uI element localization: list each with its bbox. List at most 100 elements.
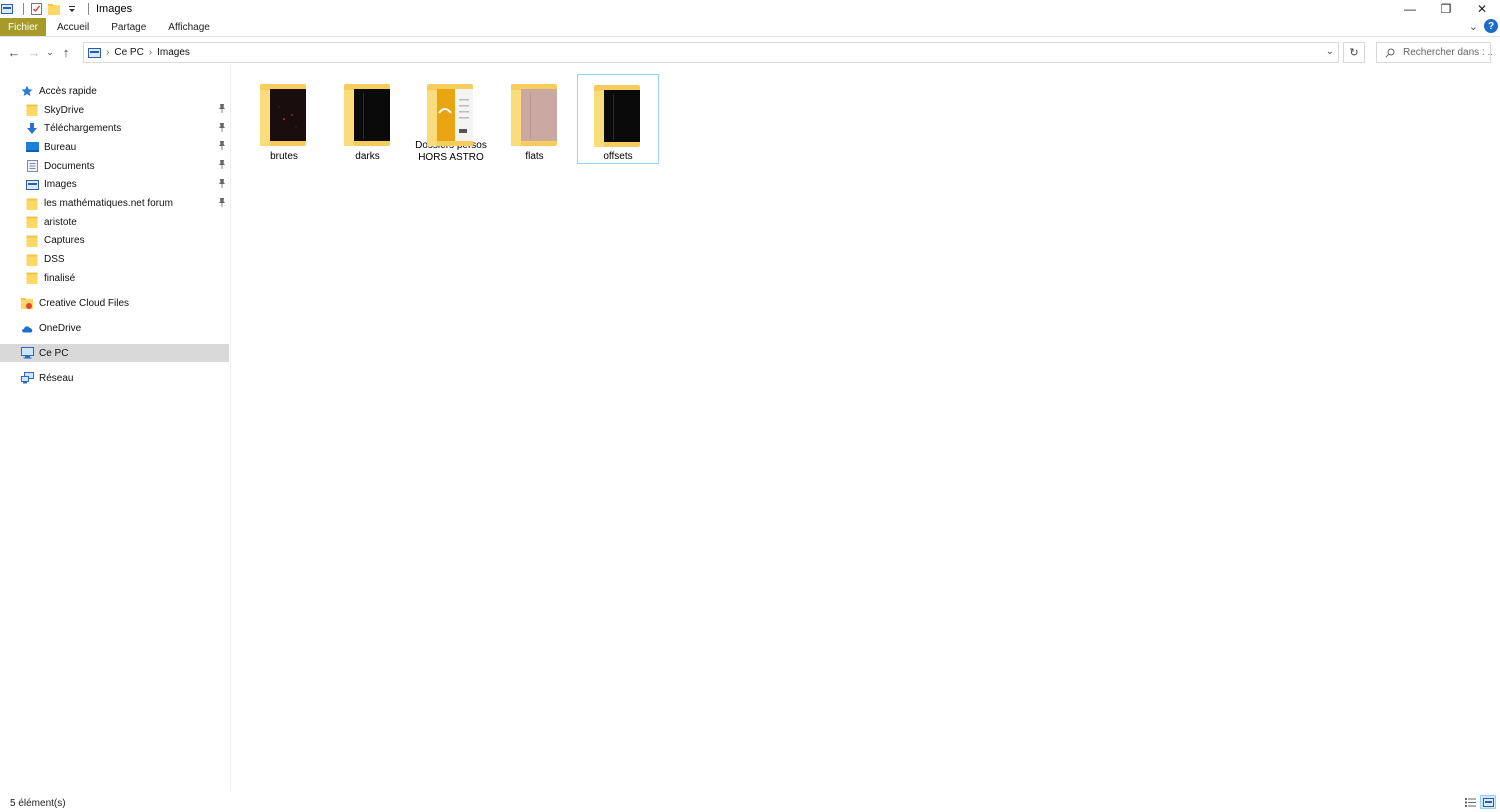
sidebar-item-label: Images (44, 179, 77, 191)
search-input[interactable] (1403, 47, 1493, 58)
help-icon[interactable]: ? (1484, 19, 1498, 33)
quick-access-toolbar: Images (0, 0, 132, 18)
details-view-button[interactable] (1462, 795, 1478, 809)
documents-icon (25, 160, 39, 173)
sidebar-item-les-math-matiques-net-forum[interactable]: les mathématiques.net forum (0, 195, 229, 213)
address-bar[interactable]: › Ce PC › Images ⌄ (83, 42, 1339, 63)
sidebar-item-documents[interactable]: Documents (0, 157, 229, 175)
folder-name: darks (355, 151, 380, 162)
sidebar-item-label: SkyDrive (44, 104, 85, 116)
sidebar-item-aristote[interactable]: aristote (0, 213, 229, 231)
nav-network[interactable]: Réseau (0, 369, 229, 387)
onedrive-icon (20, 322, 34, 334)
status-bar: 5 élément(s) (0, 795, 1500, 812)
back-button[interactable]: ← (4, 41, 24, 63)
computer-icon (20, 347, 34, 359)
nav-onedrive[interactable]: OneDrive (0, 319, 229, 337)
folder-icon (342, 82, 394, 150)
sidebar-item-skydrive[interactable]: SkyDrive (0, 101, 229, 119)
sidebar-item-images[interactable]: Images (0, 176, 229, 194)
breadcrumb-ce-pc[interactable]: Ce PC (114, 47, 143, 58)
up-button[interactable]: ↑ (56, 41, 76, 63)
nav-this-pc[interactable]: Ce PC (0, 344, 229, 362)
tab-accueil[interactable]: Accueil (46, 18, 100, 36)
search-icon (1385, 48, 1395, 58)
nav-quick-access[interactable]: Accès rapide (0, 82, 229, 100)
desktop-icon (25, 141, 39, 153)
sidebar-item-captures[interactable]: Captures (0, 232, 229, 250)
qat-separator (88, 3, 89, 15)
folder-item[interactable]: offsets (577, 74, 659, 164)
sidebar-item-dss[interactable]: DSS (0, 251, 229, 269)
folder-item[interactable]: flats (494, 74, 576, 164)
tab-affichage[interactable]: Affichage (157, 18, 221, 36)
view-switcher (1462, 795, 1496, 809)
explorer-icon[interactable] (0, 3, 14, 15)
folder-icon (592, 83, 644, 150)
tab-fichier[interactable]: Fichier (0, 18, 47, 36)
folder-name: brutes (270, 151, 298, 162)
folder-icon (25, 254, 39, 266)
item-count: 5 élément(s) (10, 798, 66, 809)
pin-icon[interactable] (218, 160, 226, 171)
properties-icon[interactable] (29, 3, 43, 15)
network-icon (20, 372, 34, 384)
ribbon-right: ⌄ ? (1469, 19, 1498, 33)
nav-this-pc-label: Ce PC (39, 347, 69, 359)
sidebar-item-t-l-chargements[interactable]: Téléchargements (0, 120, 229, 138)
forward-button[interactable]: → (24, 41, 44, 63)
nav-onedrive-label: OneDrive (39, 322, 82, 334)
tab-partage[interactable]: Partage (100, 18, 157, 36)
breadcrumb-separator: › (106, 47, 110, 58)
folder-item[interactable]: darks (327, 74, 409, 164)
pictures-icon (88, 47, 101, 58)
sidebar-item-label: Documents (44, 160, 95, 172)
star-icon (20, 85, 34, 97)
new-folder-icon[interactable] (47, 3, 61, 15)
sidebar-item-label: Bureau (44, 141, 77, 153)
folder-item[interactable]: Dossiers persos HORS ASTRO (410, 74, 492, 164)
recent-locations-button[interactable]: ⌄ (44, 41, 56, 63)
pin-icon[interactable] (218, 178, 226, 190)
folder-name: offsets (603, 151, 633, 162)
sidebar-item-label: les mathématiques.net forum (44, 198, 173, 209)
expand-ribbon-icon[interactable]: ⌄ (1469, 20, 1478, 33)
refresh-button[interactable]: ↻ (1343, 42, 1365, 63)
sidebar-item-label: aristote (44, 216, 77, 228)
search-box[interactable] (1376, 42, 1493, 63)
sidebar-item-label: finalisé (44, 272, 76, 284)
folder-icon (25, 198, 39, 210)
pin-icon[interactable] (218, 104, 226, 115)
pin-icon[interactable] (218, 141, 226, 152)
sidebar-item-finalis-[interactable]: finalisé (0, 269, 229, 287)
file-list: brutes darks Dossiers persos HORS ASTRO fla… (231, 64, 1500, 790)
folder-icon (425, 82, 477, 146)
creative-cloud-icon (20, 297, 34, 309)
pin-icon[interactable] (218, 197, 226, 209)
folder-icon (25, 216, 39, 229)
qat-separator (23, 3, 24, 15)
sidebar-item-label: Téléchargements (44, 123, 122, 135)
customize-qat-icon[interactable] (65, 3, 79, 15)
breadcrumb-images[interactable]: Images (157, 47, 190, 58)
sidebar-item-label: Captures (44, 235, 85, 247)
nav-quick-access-label: Accès rapide (39, 85, 97, 97)
nav-network-label: Réseau (39, 372, 74, 384)
large-icons-view-button[interactable] (1480, 795, 1496, 809)
nav-creative-cloud[interactable]: Creative Cloud Files (0, 294, 229, 312)
window-controls: — ❐ ✕ (1392, 0, 1500, 18)
address-dropdown-icon[interactable]: ⌄ (1326, 46, 1334, 57)
pin-icon[interactable] (218, 122, 226, 134)
sidebar-item-bureau[interactable]: Bureau (0, 138, 229, 156)
pictures-icon (25, 179, 39, 191)
breadcrumb-separator: › (148, 47, 153, 58)
nav-creative-cloud-label: Creative Cloud Files (39, 297, 130, 309)
download-icon (25, 122, 39, 135)
folder-icon (509, 82, 561, 150)
close-button[interactable]: ✕ (1464, 0, 1500, 18)
navigation-bar: ← → ⌄ ↑ › Ce PC › Images ⌄ ↻ (0, 40, 1500, 64)
title-bar: Images — ❐ ✕ (0, 0, 1500, 18)
restore-button[interactable]: ❐ (1428, 0, 1464, 18)
minimize-button[interactable]: — (1392, 0, 1428, 18)
folder-item[interactable]: brutes (243, 74, 325, 164)
